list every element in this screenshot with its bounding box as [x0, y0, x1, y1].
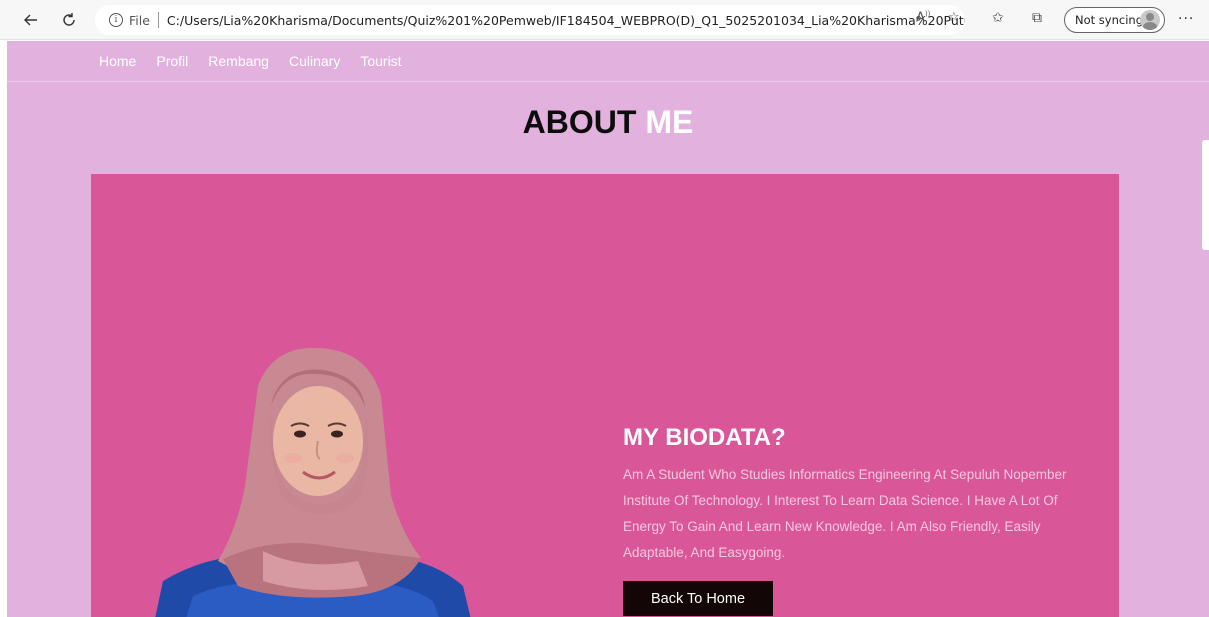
nav-item-profil[interactable]: Profil [156, 53, 188, 69]
back-arrow-icon[interactable] [20, 9, 42, 31]
nav-list: Home Profil Rembang Culinary Tourist [99, 53, 422, 69]
address-separator [157, 12, 159, 28]
side-scroll-handle[interactable] [1202, 140, 1209, 250]
address-bar[interactable]: i File C:/Users/Lia%20Kharisma/Documents… [95, 5, 965, 35]
url-text: C:/Users/Lia%20Kharisma/Documents/Quiz%2… [166, 12, 965, 28]
title-dark-part: ABOUT [522, 104, 637, 140]
top-navigation: Home Profil Rembang Culinary Tourist [7, 41, 1209, 82]
add-favorite-icon[interactable]: ☆ [948, 10, 960, 25]
profile-icon [1140, 10, 1160, 30]
info-icon[interactable]: i [109, 13, 123, 27]
nav-item-tourist[interactable]: Tourist [360, 53, 401, 69]
sync-label: Not syncing [1075, 13, 1143, 27]
nav-item-home[interactable]: Home [99, 53, 136, 69]
biodata-description: Am A Student Who Studies Informatics Eng… [623, 467, 1067, 560]
nav-item-rembang[interactable]: Rembang [208, 53, 269, 69]
biodata-card: MY BIODATA? Am A Student Who Studies Inf… [91, 174, 1119, 617]
title-accent-part: ME [645, 104, 694, 140]
sync-button[interactable]: Not syncing [1064, 7, 1165, 33]
file-label: File [129, 12, 150, 28]
more-icon[interactable]: ··· [1178, 11, 1194, 27]
page-title: ABOUT ME [7, 104, 1209, 141]
read-aloud-icon[interactable]: A)) [916, 10, 930, 25]
browser-toolbar: i File C:/Users/Lia%20Kharisma/Documents… [0, 0, 1209, 40]
profile-photo [155, 347, 471, 617]
reload-icon[interactable] [58, 9, 80, 31]
biodata-title: MY BIODATA? [623, 424, 786, 451]
collections-icon[interactable]: ⧉ [1032, 10, 1042, 26]
favorites-icon[interactable]: ✩ [992, 10, 1004, 26]
back-to-home-button[interactable]: Back To Home [623, 581, 773, 616]
web-page: Home Profil Rembang Culinary Tourist ABO… [7, 41, 1209, 617]
nav-item-culinary[interactable]: Culinary [289, 53, 340, 69]
page-left-edge [0, 41, 7, 617]
